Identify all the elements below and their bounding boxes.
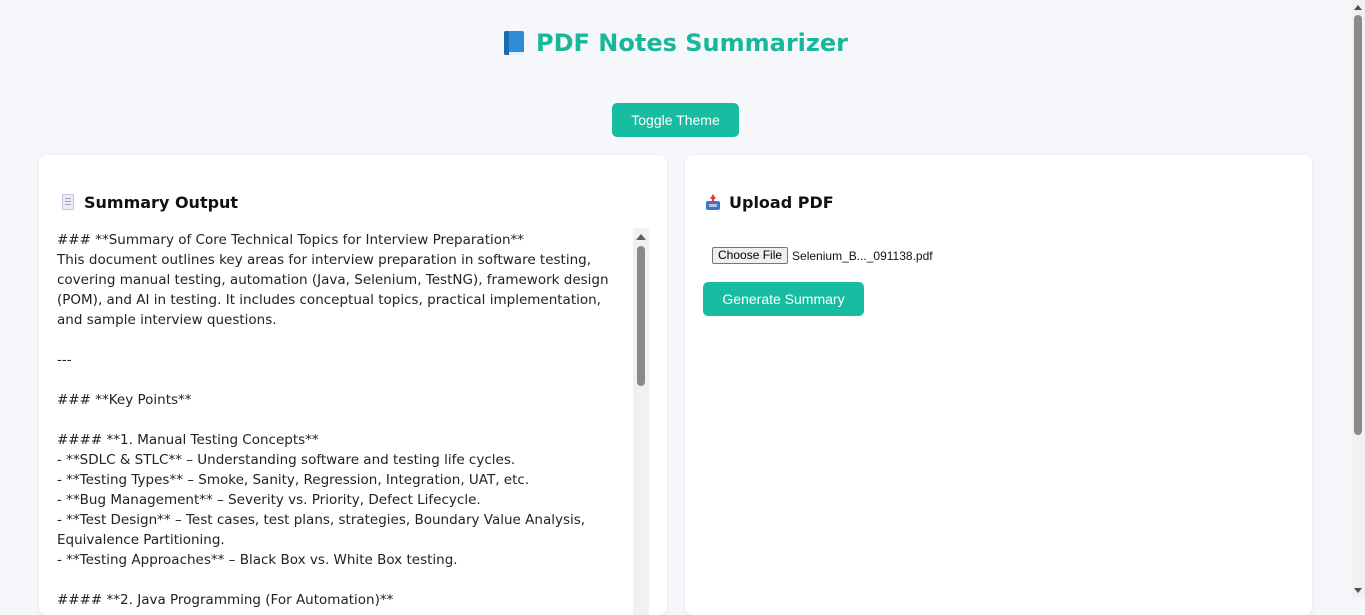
generate-summary-button[interactable]: Generate Summary	[703, 282, 864, 316]
summary-text: ### **Summary of Core Technical Topics f…	[57, 230, 627, 610]
page-scrollbar[interactable]	[1352, 0, 1365, 598]
summary-line: - **Testing Approaches** – Black Box vs.…	[57, 552, 458, 568]
selected-file-name: Selenium_B..._091138.pdf	[792, 248, 933, 263]
summary-line: - **Testing Types** – Smoke, Sanity, Reg…	[57, 472, 530, 488]
summary-heading-text: Summary Output	[84, 193, 239, 212]
summary-line: ### **Key Points**	[57, 392, 192, 408]
upload-card: Upload PDF Choose File Selenium_B..._091…	[685, 155, 1312, 615]
summary-line: - **Test Design** – Test cases, test pla…	[57, 512, 590, 548]
summary-line	[57, 410, 627, 430]
summary-line: #### **1. Manual Testing Concepts**	[57, 432, 319, 448]
upload-heading-text: Upload PDF	[729, 193, 834, 212]
outbox-tray-icon	[705, 194, 721, 210]
book-icon	[504, 31, 525, 55]
summary-line: This document outlines key areas for int…	[57, 252, 613, 328]
upload-heading: Upload PDF	[705, 193, 834, 213]
app-title: PDF Notes Summarizer	[0, 28, 1352, 58]
summary-output-textarea[interactable]: ### **Summary of Core Technical Topics f…	[57, 228, 649, 615]
choose-file-button[interactable]: Choose File	[712, 247, 789, 264]
toggle-theme-button[interactable]: Toggle Theme	[612, 103, 739, 137]
summary-line: ---	[57, 352, 72, 368]
file-input[interactable]: Choose File Selenium_B..._091138.pdf	[712, 247, 933, 264]
summary-line	[57, 330, 627, 350]
summary-line: - **SDLC & STLC** – Understanding softwa…	[57, 452, 516, 468]
page-scroll-down-icon[interactable]	[1354, 588, 1362, 593]
summary-line	[57, 570, 627, 590]
summary-line: ### **Summary of Core Technical Topics f…	[57, 232, 525, 248]
document-icon	[60, 194, 76, 210]
summary-line	[57, 370, 627, 390]
summary-line: - **Bug Management** – Severity vs. Prio…	[57, 492, 481, 508]
summary-line: #### **2. Java Programming (For Automati…	[57, 592, 394, 608]
summary-scroll-thumb[interactable]	[637, 246, 645, 386]
summary-scrollbar[interactable]	[633, 228, 649, 615]
summary-heading: Summary Output	[60, 193, 238, 213]
page-scroll-thumb[interactable]	[1354, 15, 1362, 435]
scroll-up-icon[interactable]	[636, 234, 646, 240]
summary-card: Summary Output ### **Summary of Core Tec…	[39, 155, 667, 615]
page-scroll-up-icon[interactable]	[1354, 5, 1362, 10]
app-title-text: PDF Notes Summarizer	[536, 29, 848, 57]
